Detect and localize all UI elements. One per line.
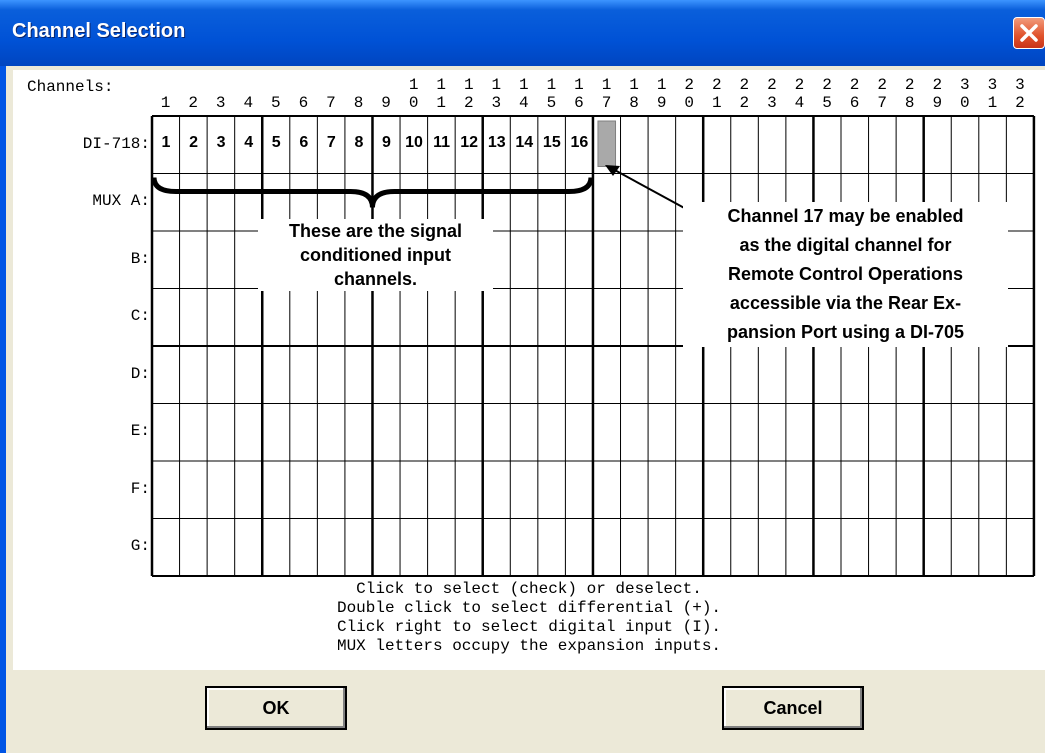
annotation-right-line-2: as the digital channel for (739, 235, 952, 255)
ok-button[interactable]: OK (205, 686, 347, 730)
selected-cell[interactable]: 15 (538, 134, 565, 152)
annotation-right-line-5: pansion Port using a DI-705 (726, 322, 965, 342)
selected-cell[interactable]: 5 (263, 134, 290, 152)
annotation-left-line-1: These are the signal (288, 221, 463, 241)
selected-cell[interactable]: 6 (290, 134, 317, 152)
selected-cell[interactable]: 12 (456, 134, 483, 152)
selected-cell[interactable]: 7 (318, 134, 345, 152)
channel-17-cell (597, 120, 617, 167)
window-frame (0, 66, 6, 753)
instruction-1: Click to select (check) or deselect. (356, 580, 702, 598)
annotation-left-line-2: conditioned input (300, 245, 451, 265)
annotation-right-line-3: Remote Control Operations (727, 264, 964, 284)
selected-cell[interactable]: 8 (345, 134, 372, 152)
selected-cell[interactable]: 13 (483, 134, 510, 152)
annotation-arrow (610, 167, 689, 211)
channel-selection-dialog: Channel Selection Channels: 123456789101… (0, 0, 1045, 753)
close-x-icon (1020, 24, 1038, 42)
instruction-4: MUX letters occupy the expansion inputs. (336, 637, 722, 655)
selected-cell[interactable]: 11 (428, 134, 455, 152)
cancel-button[interactable]: Cancel (722, 686, 864, 730)
annotation-left-line-3: channels. (333, 269, 418, 289)
title-bar[interactable]: Channel Selection (0, 0, 1045, 66)
instruction-3: Click right to select digital input (I). (336, 618, 722, 636)
selected-cell[interactable]: 16 (566, 134, 593, 152)
annotation-arrowhead (605, 165, 620, 176)
annotation-right-line-4: accessible via the Rear Ex- (729, 293, 962, 313)
close-button[interactable] (1013, 17, 1045, 49)
selected-cell[interactable]: 14 (511, 134, 538, 152)
selected-cell[interactable]: 1 (153, 134, 180, 152)
selected-cell[interactable]: 2 (180, 134, 207, 152)
annotation-signal-conditioned: These are the signal conditioned input c… (258, 219, 493, 291)
selected-cell[interactable]: 9 (373, 134, 400, 152)
client-area: Channels: 123456789101112131415161718192… (13, 70, 1045, 670)
selected-cell[interactable]: 4 (235, 134, 262, 152)
instruction-2: Double click to select differential (+). (336, 599, 722, 617)
annotation-channel-17: Channel 17 may be enabled as the digital… (683, 202, 1008, 347)
selected-cell[interactable]: 10 (401, 134, 428, 152)
window-title: Channel Selection (12, 20, 186, 42)
annotation-right-line-1: Channel 17 may be enabled (727, 206, 964, 226)
selected-cell[interactable]: 3 (208, 134, 235, 152)
